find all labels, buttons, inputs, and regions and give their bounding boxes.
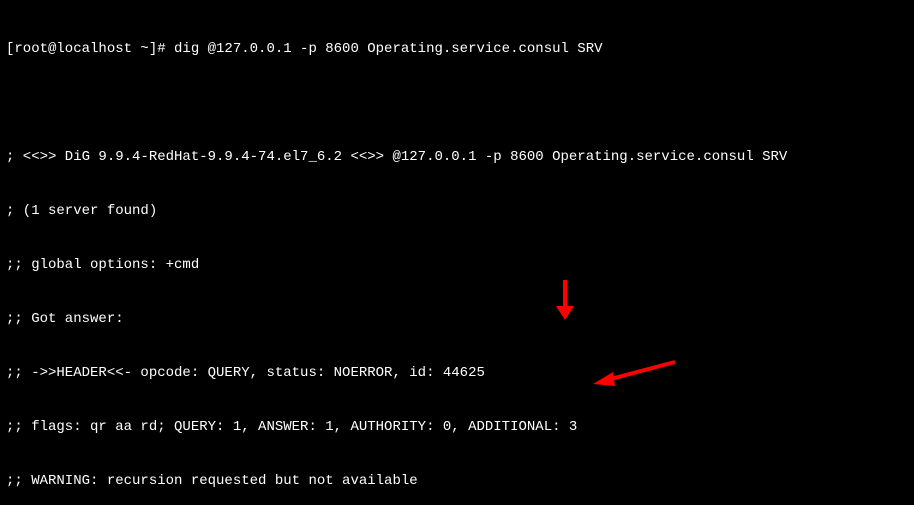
- header-line: ;; ->>HEADER<<- opcode: QUERY, status: N…: [6, 364, 908, 382]
- flags-line: ;; flags: qr aa rd; QUERY: 1, ANSWER: 1,…: [6, 418, 908, 436]
- servers-found: ; (1 server found): [6, 202, 908, 220]
- blank-line: [6, 94, 908, 112]
- got-answer: ;; Got answer:: [6, 310, 908, 328]
- prompt-line: [root@localhost ~]# dig @127.0.0.1 -p 86…: [6, 40, 908, 58]
- global-options: ;; global options: +cmd: [6, 256, 908, 274]
- dig-banner: ; <<>> DiG 9.9.4-RedHat-9.9.4-74.el7_6.2…: [6, 148, 908, 166]
- terminal-window[interactable]: [root@localhost ~]# dig @127.0.0.1 -p 86…: [0, 0, 914, 505]
- warning-line: ;; WARNING: recursion requested but not …: [6, 472, 908, 490]
